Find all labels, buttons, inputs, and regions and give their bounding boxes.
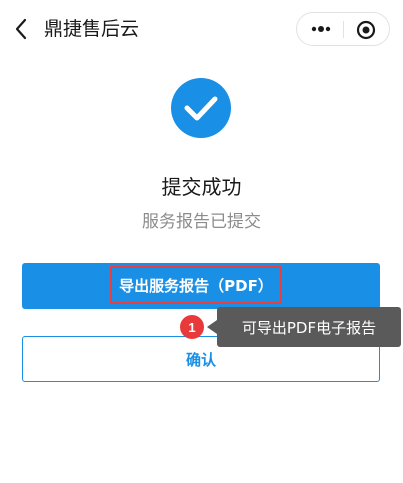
export-pdf-label: 导出服务报告（PDF） [110, 266, 282, 304]
check-circle-icon [171, 78, 231, 138]
more-dots-icon[interactable] [309, 21, 333, 37]
status-subtitle: 服务报告已提交 [142, 212, 261, 232]
nav-bar: 鼎捷售后云 [0, 0, 403, 58]
back-arrow-icon[interactable] [12, 16, 32, 42]
export-pdf-button[interactable]: 导出服务报告（PDF） [22, 263, 380, 309]
annotation-tooltip: 可导出PDF电子报告 [217, 307, 401, 347]
step-badge: 1 [180, 315, 204, 339]
capsule-divider [343, 21, 344, 38]
tooltip-arrow [207, 320, 217, 334]
mini-program-capsule [296, 12, 390, 46]
page: 鼎捷售后云 提交成功 服务报告已提交 导出服务报告（PDF） 确认 可导出PDF… [0, 0, 403, 483]
target-close-icon[interactable] [355, 19, 377, 41]
app-title: 鼎捷售后云 [44, 18, 140, 40]
status-title: 提交成功 [161, 175, 242, 199]
